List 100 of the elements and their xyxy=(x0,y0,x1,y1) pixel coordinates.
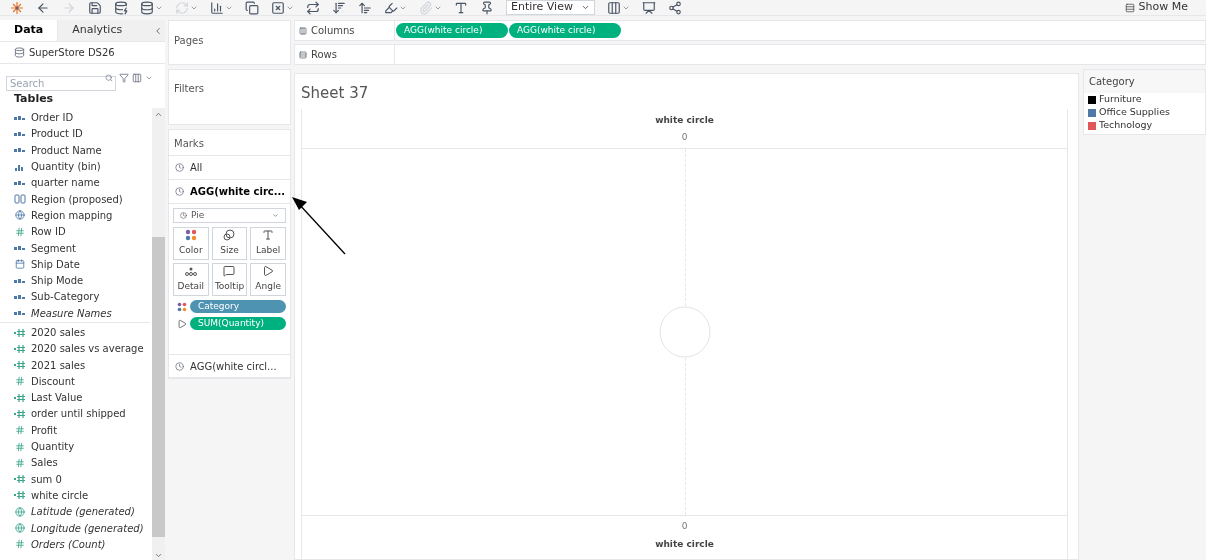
logo-icon[interactable] xyxy=(10,0,24,15)
mark-card-button[interactable]: Color xyxy=(173,227,209,260)
shelf-label: Marks xyxy=(169,130,290,156)
field-name[interactable]: sum 0 xyxy=(31,471,62,487)
pie-icon xyxy=(175,163,184,172)
calendar-icon xyxy=(14,259,26,270)
scrollbar[interactable] xyxy=(152,107,165,560)
legend-label[interactable]: Furniture xyxy=(1099,92,1142,107)
show-me-button[interactable]: Show Me xyxy=(1124,0,1188,16)
axis-title: white circle xyxy=(655,113,714,127)
number-icon xyxy=(14,539,26,550)
new-sheet-icon[interactable] xyxy=(210,0,224,15)
field-name[interactable]: 2020 sales vs average xyxy=(31,341,144,357)
color-dots-icon xyxy=(184,229,197,242)
mark-card-button[interactable]: Size xyxy=(211,227,248,260)
text-type-icon xyxy=(14,243,26,253)
duplicate-icon[interactable] xyxy=(245,0,259,15)
marks-layer[interactable]: AGG(white circ... xyxy=(169,180,290,204)
text-box-icon xyxy=(262,229,275,242)
field-name[interactable]: Profit xyxy=(31,422,58,438)
shelf-label: Pages xyxy=(174,35,204,46)
pages-shelf[interactable]: Pages xyxy=(168,20,291,65)
field-name[interactable]: order until shipped xyxy=(31,406,126,422)
swap-icon[interactable] xyxy=(306,0,320,15)
marks-layer[interactable]: AGG(white circl... xyxy=(169,354,290,378)
scroll-down-icon[interactable] xyxy=(154,551,163,560)
field-name[interactable]: Longitude (generated) xyxy=(31,520,144,536)
field-name[interactable]: Latitude (generated) xyxy=(31,504,135,520)
mark-card-button[interactable]: Angle xyxy=(250,263,286,296)
field-name[interactable]: Quantity (bin) xyxy=(31,159,101,175)
angle-icon xyxy=(177,317,187,330)
field-name[interactable]: Ship Mode xyxy=(31,273,84,289)
field-name[interactable]: white circle xyxy=(31,487,89,503)
globe-icon xyxy=(14,523,26,534)
legend-label[interactable]: Technology xyxy=(1099,118,1153,133)
back-icon[interactable] xyxy=(36,0,50,15)
sort-descending-icon[interactable] xyxy=(358,0,372,15)
share-icon[interactable] xyxy=(667,0,682,15)
speech-bubble-icon xyxy=(223,265,236,278)
rows-shelf[interactable]: Rows xyxy=(294,44,1206,65)
calculated-number-icon xyxy=(14,360,26,371)
section-heading: Tables xyxy=(13,91,55,107)
mark-type-dropdown[interactable]: Pie xyxy=(173,208,286,223)
new-datasource-icon[interactable] xyxy=(114,0,128,15)
pie-icon xyxy=(180,212,187,219)
pause-datasource-icon[interactable] xyxy=(140,0,154,15)
filters-shelf[interactable]: Filters xyxy=(168,69,291,125)
view-icon[interactable] xyxy=(132,72,142,83)
layer-name: AGG(white circl... xyxy=(190,359,277,374)
mark-card-button[interactable]: Tooltip xyxy=(211,263,248,296)
calculated-number-icon xyxy=(14,490,26,501)
field-name[interactable]: Product Name xyxy=(31,142,102,158)
calculated-number-icon xyxy=(14,343,26,354)
field-name[interactable]: Last Value xyxy=(31,390,83,406)
field-name[interactable]: Order ID xyxy=(31,110,74,126)
calculated-number-icon xyxy=(14,409,26,419)
pane-tab[interactable]: Analytics xyxy=(57,20,137,41)
field-name[interactable]: Row ID xyxy=(31,224,66,240)
field-name[interactable]: quarter name xyxy=(31,175,100,191)
paperclip-icon[interactable] xyxy=(419,0,433,15)
collapse-icon[interactable] xyxy=(153,25,163,36)
mark-card-button[interactable]: Detail xyxy=(173,263,209,296)
save-icon[interactable] xyxy=(88,0,102,15)
sort-ascending-icon[interactable] xyxy=(332,0,346,15)
field-name[interactable]: Discount xyxy=(31,373,75,389)
field-name[interactable]: Ship Date xyxy=(31,256,80,272)
presentation-icon[interactable] xyxy=(641,0,656,15)
text-icon[interactable] xyxy=(454,0,468,15)
field-name[interactable]: Region mapping xyxy=(31,207,113,223)
datasource-name[interactable]: SuperStore DS26 xyxy=(29,45,115,60)
field-name[interactable]: Measure Names xyxy=(31,305,112,321)
field-name[interactable]: Sub-Category xyxy=(31,289,100,305)
angle-icon xyxy=(262,265,275,278)
globe-icon xyxy=(14,506,26,517)
number-icon xyxy=(14,226,26,237)
field-name[interactable]: 2020 sales xyxy=(31,325,86,340)
legend-label[interactable]: Office Supplies xyxy=(1099,105,1170,120)
axis-tick: 0 xyxy=(681,131,688,144)
pointer-arrow xyxy=(290,195,348,257)
field-name[interactable]: Segment xyxy=(31,240,76,256)
marks-layer[interactable]: All xyxy=(169,156,290,180)
pin-icon[interactable] xyxy=(480,0,494,15)
field-name[interactable]: Quantity xyxy=(31,439,75,455)
fit-dropdown[interactable]: Entire View xyxy=(506,0,595,15)
field-name[interactable]: Orders (Count) xyxy=(31,536,106,552)
pie-icon xyxy=(175,187,184,196)
filter-icon[interactable] xyxy=(119,72,129,83)
search-field[interactable]: Search xyxy=(6,76,116,91)
field-name[interactable]: Sales xyxy=(31,455,58,471)
mark-card-button[interactable]: Label xyxy=(250,227,286,260)
calculated-number-icon xyxy=(14,392,26,403)
field-name[interactable]: 2021 sales xyxy=(31,357,86,373)
highlighter-icon[interactable] xyxy=(384,0,398,15)
color-dots-icon xyxy=(177,300,187,313)
clear-icon[interactable] xyxy=(271,0,285,15)
shelf-label: Rows xyxy=(311,48,337,62)
field-name[interactable]: Region (proposed) xyxy=(31,191,123,207)
legend-title: Category xyxy=(1084,70,1205,93)
cards-icon[interactable] xyxy=(606,0,621,15)
field-name[interactable]: Product ID xyxy=(31,126,83,142)
